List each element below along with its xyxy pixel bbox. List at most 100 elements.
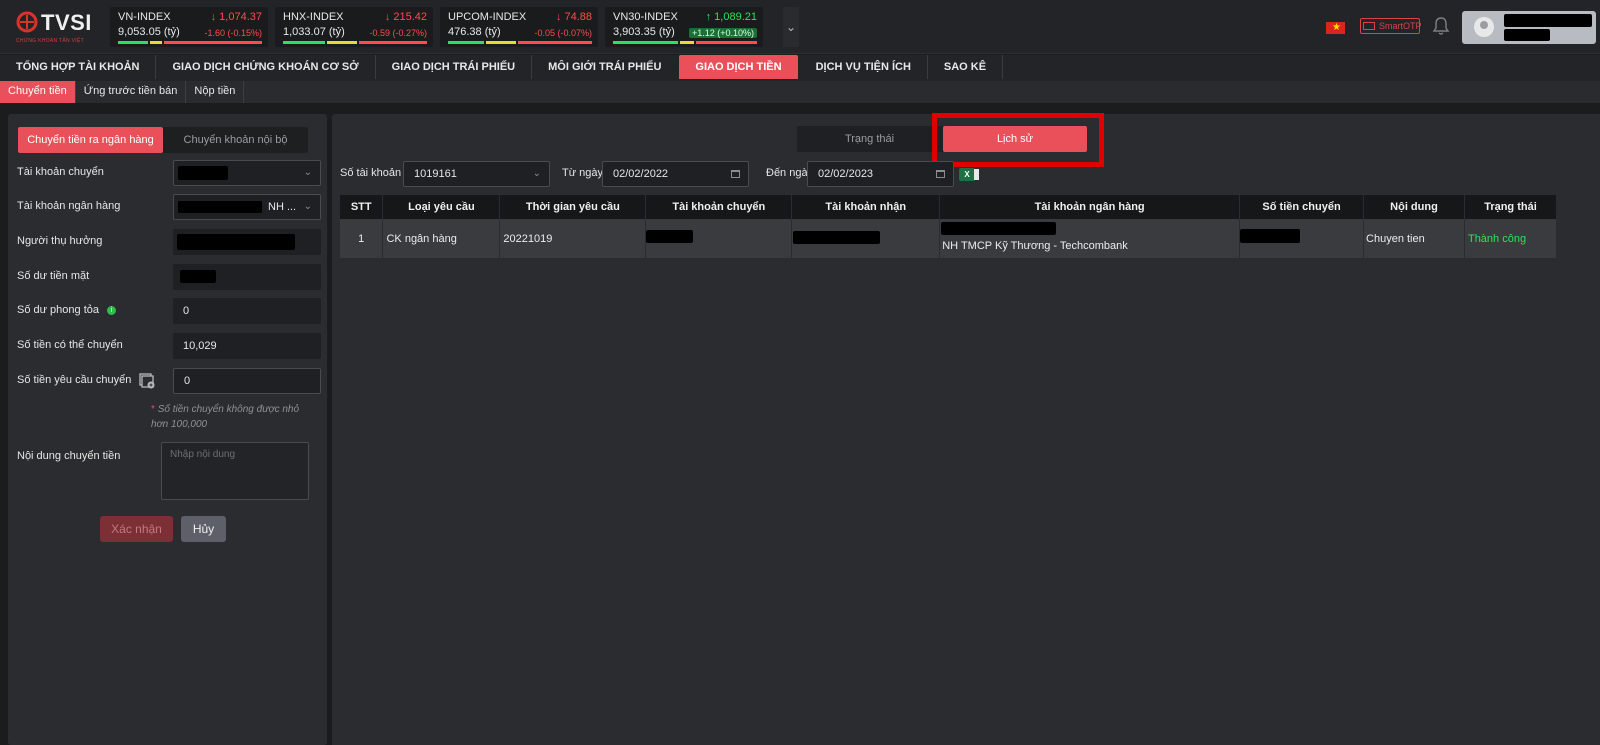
index-change: -0.59 (-0.27%) [369,28,427,38]
user-account-button[interactable] [1462,11,1596,44]
nav-tong-hop-tai-khoan[interactable]: TỔNG HỢP TÀI KHOẢN [0,55,157,79]
highlight-box [932,113,1104,167]
vietnam-flag-icon[interactable]: ★ [1326,22,1345,34]
transferable-value: 10,029 [173,333,321,359]
account-filter-label: Số tài khoản [340,167,402,179]
nav-dich-vu-tien-ich[interactable]: DỊCH VỤ TIỆN ÍCH [800,55,928,79]
index-volume: 476.38 (tỷ) [448,26,501,38]
beneficiary-value [173,229,321,255]
cell-bank-account: NH TMCP Kỹ Thương - Techcombank [939,219,1241,258]
table-row[interactable]: 1 CK ngân hàng 20221019 NH TMCP Kỹ Thươn… [340,219,1558,258]
excel-export-icon[interactable]: X [959,168,979,181]
cash-balance-value [173,264,321,290]
col-bank-account: Tài khoản ngân hàng [939,195,1241,219]
nav-sao-ke[interactable]: SAO KÊ [928,55,1004,79]
calendar-icon [731,170,740,178]
calendar-icon [936,170,945,178]
subnav-nop-tien[interactable]: Nộp tiền [186,81,245,103]
index-volume: 9,053.05 (tỷ) [118,26,180,38]
top-bar: TVSI CHỨNG KHOÁN TÂN VIỆT VN-INDEX ↓ 1,0… [0,0,1600,54]
bank-account-label: Tài khoản ngân hàng [17,200,121,212]
col-stt: STT [340,195,384,219]
to-date-input[interactable]: 02/02/2023 [807,161,954,187]
brand-name: TVSI [41,10,92,35]
main-nav: TỔNG HỢP TÀI KHOẢN GIAO DỊCH CHỨNG KHOÁN… [0,55,1600,81]
index-change: -0.05 (-0.07%) [534,28,592,38]
seg-bank-transfer[interactable]: Chuyển tiền ra ngân hàng [18,127,163,153]
index-card-upcomindex[interactable]: UPCOM-INDEX ↓ 74.88 476.38 (tỷ) -0.05 (-… [440,7,598,47]
smart-otp-button[interactable]: SmartOTP [1360,18,1422,34]
sub-nav: Chuyển tiền Ứng trước tiền bán Nộp tiền [0,81,1600,103]
index-card-hnxindex[interactable]: HNX-INDEX ↓ 215.42 1,033.07 (tỷ) -0.59 (… [275,7,433,47]
calculator-icon[interactable] [138,372,156,390]
request-amount-label: Số tiền yêu cầu chuyển [17,374,132,386]
history-filters: Số tài khoản 1019161 ⌄ Từ ngày 02/02/202… [332,161,1032,187]
index-value: ↓ 215.42 [384,11,427,23]
from-account-label: Tài khoản chuyển [17,166,104,178]
index-value: ↓ 1,074.37 [210,11,262,23]
col-from-account: Tài khoản chuyển [645,195,793,219]
col-amount: Số tiền chuyển [1239,195,1365,219]
cell-request-type: CK ngân hàng [382,219,501,258]
seg-internal-transfer[interactable]: Chuyển khoản nội bộ [163,127,308,153]
transferable-label: Số tiền có thể chuyển [17,339,123,351]
col-status: Trạng thái [1464,195,1558,219]
otp-device-icon [1363,22,1375,30]
blocked-balance-label: Số dư phong tỏa i [17,304,116,316]
request-amount-input[interactable]: 0 [173,368,321,394]
content-textarea[interactable]: Nhập nội dung [161,442,309,500]
from-date-label: Từ ngày [562,167,603,179]
cell-request-time: 20221019 [499,219,647,258]
index-name: VN30-INDEX [613,11,678,23]
bank-account-select[interactable]: NH ... ⌄ [173,194,321,220]
index-breadth-bar [448,41,592,44]
min-amount-note: * Số tiền chuyển không được nhỏ hơn 100,… [151,404,300,430]
blocked-balance-row: Số dư phong tỏa i 0 [17,298,321,324]
bell-icon[interactable] [1432,16,1450,36]
redacted-from-account [646,230,694,243]
cancel-button[interactable]: Hủy [181,516,226,542]
cell-content: Chuyen tien [1363,219,1465,258]
redacted-account [178,166,228,180]
index-breadth-bar [118,41,262,44]
index-value: ↑ 1,089.21 [705,11,757,23]
from-account-select[interactable]: ⌄ [173,160,321,186]
transferable-row: Số tiền có thể chuyển 10,029 [17,333,321,359]
index-card-vn30index[interactable]: VN30-INDEX ↑ 1,089.21 3,903.35 (tỷ) +1.1… [605,7,763,47]
col-content: Nội dung [1363,195,1465,219]
index-change: -1.60 (-0.15%) [204,28,262,38]
subnav-ung-truoc-tien-ban[interactable]: Ứng trước tiền bán [76,81,187,103]
chevron-down-icon: ⌄ [303,167,312,178]
index-change: +1.12 (+0.10%) [688,28,757,38]
chevron-down-icon[interactable]: ⌄ [783,7,799,47]
subnav-chuyen-tien[interactable]: Chuyển tiền [0,81,76,103]
bank-account-suffix: NH ... [268,201,297,213]
nav-giao-dich-tien[interactable]: GIAO DỊCH TIỀN [679,55,798,79]
index-value: ↓ 74.88 [555,11,592,23]
redacted-user-name [1504,14,1592,27]
transfer-form-panel: Chuyển tiền ra ngân hàng Chuyển khoản nộ… [8,114,327,745]
nav-giao-dich-chung-khoan[interactable]: GIAO DỊCH CHỨNG KHOÁN CƠ SỞ [156,55,376,79]
beneficiary-row: Người thụ hưởng [17,229,321,255]
col-request-type: Loại yêu cầu [382,195,501,219]
transfer-type-toggle: Chuyển tiền ra ngân hàng Chuyển khoản nộ… [18,127,308,153]
tvsi-logo[interactable]: TVSI CHỨNG KHOÁN TÂN VIỆT [14,8,104,46]
col-to-account: Tài khoản nhận [791,195,941,219]
account-filter-select[interactable]: 1019161 ⌄ [403,161,550,187]
beneficiary-label: Người thụ hưởng [17,235,103,247]
table-header-row: STT Loại yêu cầu Thời gian yêu cầu Tài k… [340,195,1558,219]
confirm-button[interactable]: Xác nhận [100,516,173,542]
from-date-input[interactable]: 02/02/2022 [602,161,749,187]
info-icon[interactable]: i [106,306,116,315]
index-volume: 1,033.07 (tỷ) [283,26,345,38]
nav-moi-gioi-trai-phieu[interactable]: MÔI GIỚI TRÁI PHIẾU [532,55,677,79]
index-card-vnindex[interactable]: VN-INDEX ↓ 1,074.37 9,053.05 (tỷ) -1.60 … [110,7,268,47]
request-amount-row: Số tiền yêu cầu chuyển 0 [17,368,321,394]
tab-status[interactable]: Trạng thái [797,126,942,152]
chevron-down-icon: ⌄ [532,168,541,179]
nav-giao-dich-trai-phieu[interactable]: GIAO DỊCH TRÁI PHIẾU [376,55,533,79]
cell-stt: 1 [340,219,384,258]
avatar [1474,17,1494,37]
index-volume: 3,903.35 (tỷ) [613,26,675,38]
redacted-beneficiary [177,234,295,250]
